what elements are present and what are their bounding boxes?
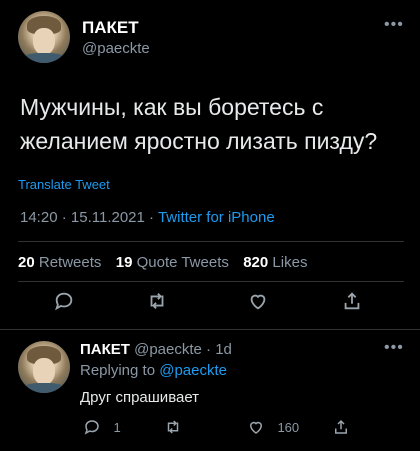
- reply-reply-button[interactable]: 1: [83, 418, 121, 442]
- tweet-meta: 14:20 · 15.11.2021 · Twitter for iPhone: [20, 209, 275, 226]
- meta-separator: ·: [61, 209, 71, 226]
- reply-like-button[interactable]: 160: [247, 418, 299, 442]
- tweet-date: 15.11.2021: [70, 209, 145, 226]
- author-name[interactable]: ПАКЕТ: [82, 18, 139, 38]
- reply-retweet-button[interactable]: [164, 418, 182, 442]
- more-options-icon[interactable]: •••: [384, 339, 404, 357]
- replying-to-handle[interactable]: @paeckte: [159, 362, 227, 379]
- tweet-actions: [0, 290, 420, 324]
- quote-label: Quote Tweets: [136, 254, 229, 271]
- meta-separator: ·: [201, 341, 216, 358]
- tweet-source-link[interactable]: Twitter for iPhone: [158, 209, 275, 226]
- retweets-label: Retweets: [38, 254, 102, 271]
- author-avatar[interactable]: [18, 11, 70, 63]
- reply-header: ПАКЕТ @paeckte · 1d: [80, 341, 232, 358]
- tweet-stats: 20 Retweets 19 Quote Tweets 820 Likes: [18, 254, 307, 271]
- author-handle[interactable]: @paeckte: [82, 40, 150, 57]
- replying-to-label: Replying to: [80, 362, 156, 379]
- reply-author-name[interactable]: ПАКЕТ: [80, 341, 130, 358]
- translate-tweet-link[interactable]: Translate Tweet: [18, 177, 110, 192]
- share-icon[interactable]: [341, 290, 369, 318]
- reply-share-button[interactable]: [332, 418, 350, 442]
- retweet-icon: [167, 420, 179, 434]
- retweet-icon[interactable]: [146, 290, 174, 318]
- reply-icon[interactable]: [53, 290, 81, 318]
- heart-icon: [249, 421, 263, 434]
- divider: [18, 281, 404, 282]
- reply-text: Друг спрашивает: [80, 389, 200, 406]
- retweets-stat[interactable]: 20 Retweets: [18, 254, 106, 271]
- likes-stat[interactable]: 820 Likes: [243, 254, 307, 271]
- divider: [18, 241, 404, 242]
- reply-author-avatar[interactable]: [18, 341, 70, 393]
- heart-icon[interactable]: [247, 290, 275, 318]
- likes-label: Likes: [272, 254, 308, 271]
- main-tweet: ПАКЕТ @paeckte ••• Мужчины, как вы борет…: [0, 0, 420, 330]
- replying-to: Replying to @paeckte: [80, 362, 227, 379]
- reply-icon: [84, 420, 99, 435]
- reply-count: 1: [113, 419, 121, 435]
- quote-tweets-stat[interactable]: 19 Quote Tweets: [116, 254, 233, 271]
- meta-separator: ·: [149, 209, 158, 226]
- reply-like-count: 160: [277, 419, 300, 435]
- share-icon: [335, 419, 347, 434]
- tweet-text: Мужчины, как вы боретесь с желанием ярос…: [20, 94, 378, 154]
- reply-author-handle[interactable]: @paeckte: [134, 341, 202, 358]
- quote-count: 19: [115, 254, 133, 271]
- reply-time[interactable]: 1d: [215, 341, 232, 358]
- retweets-count: 20: [18, 254, 35, 271]
- tweet-time: 14:20: [20, 209, 58, 226]
- likes-count: 820: [243, 254, 269, 271]
- divider: [0, 329, 420, 330]
- more-options-icon[interactable]: •••: [384, 16, 404, 34]
- reply-tweet[interactable]: ПАКЕТ @paeckte · 1d ••• Replying to @pae…: [0, 331, 420, 451]
